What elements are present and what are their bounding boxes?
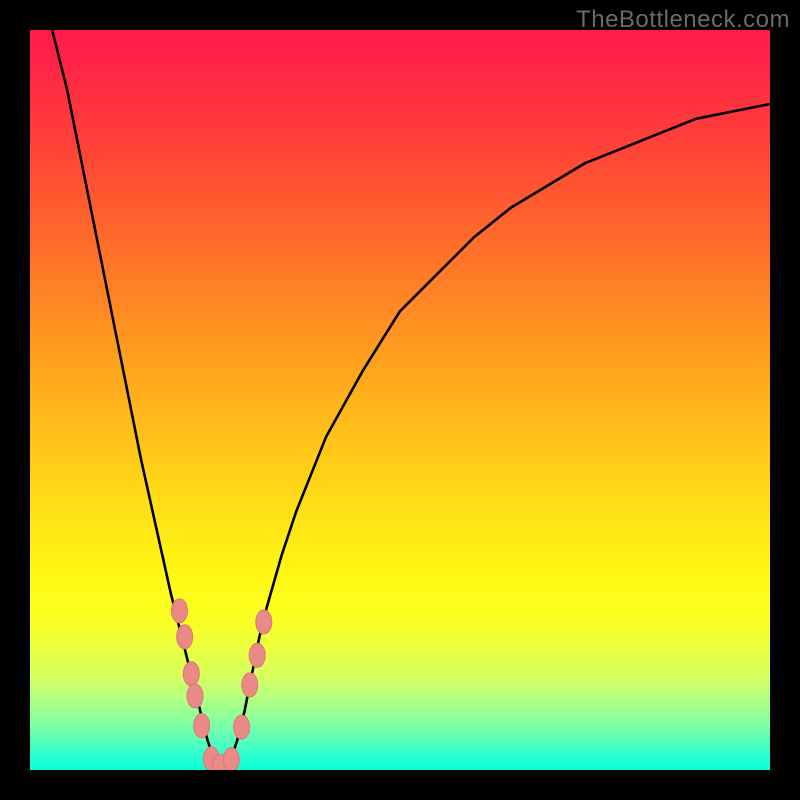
chart-svg bbox=[30, 30, 770, 770]
data-marker bbox=[223, 748, 239, 770]
curve-right-branch bbox=[230, 104, 770, 763]
plot-area bbox=[30, 30, 770, 770]
data-marker bbox=[249, 643, 265, 667]
data-marker bbox=[256, 610, 272, 634]
data-marker bbox=[242, 673, 258, 697]
curve-left-branch bbox=[52, 30, 215, 763]
data-marker bbox=[187, 684, 203, 708]
data-marker bbox=[234, 715, 250, 739]
watermark-text: TheBottleneck.com bbox=[576, 6, 790, 34]
data-marker bbox=[171, 599, 187, 623]
data-marker bbox=[183, 662, 199, 686]
data-marker bbox=[177, 625, 193, 649]
chart-frame: TheBottleneck.com bbox=[0, 0, 800, 800]
marker-group bbox=[171, 599, 271, 770]
data-marker bbox=[194, 714, 210, 738]
